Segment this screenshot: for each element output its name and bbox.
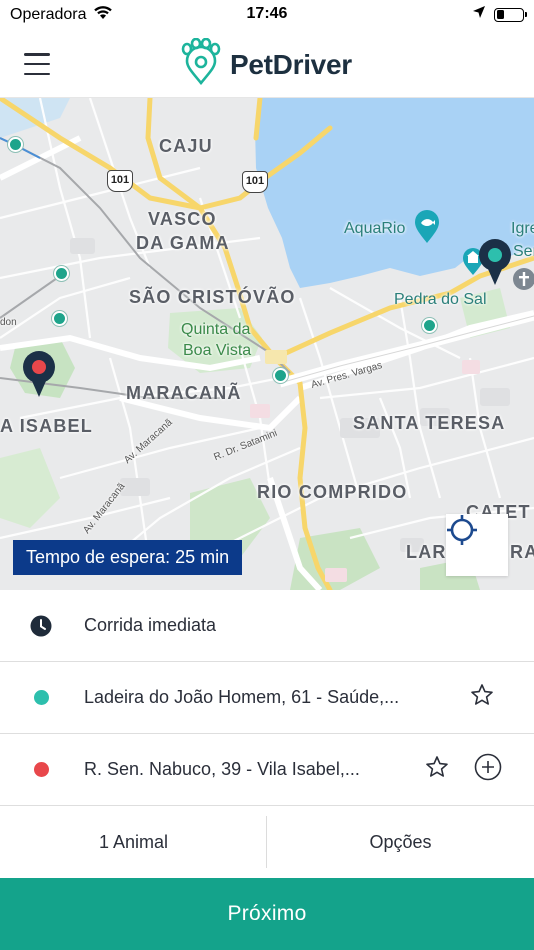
map-label-santa-teresa: SANTA TERESA (353, 413, 506, 433)
destination-row[interactable]: R. Sen. Nabuco, 39 - Vila Isabel,... (0, 734, 534, 806)
app-logo: PetDriver (178, 37, 352, 91)
highway-shield-101: 101 (242, 171, 268, 193)
bottom-options-bar: 1 Animal Opções (0, 806, 534, 878)
animals-selector-button[interactable]: 1 Animal (0, 806, 267, 878)
map-label-vasco: VASCO (148, 209, 217, 229)
map-label-caju: CAJU (159, 136, 213, 156)
battery-icon (494, 7, 527, 22)
origin-dot-icon (30, 687, 52, 709)
ride-mode-row[interactable]: Corrida imediata (0, 590, 534, 662)
favorite-origin-button[interactable] (468, 684, 496, 712)
favorite-destination-button[interactable] (423, 756, 451, 784)
origin-address[interactable]: Ladeira do João Homem, 61 - Saúde,... (84, 687, 399, 708)
map-label-aquario: AquaRio (344, 220, 406, 237)
battery-level (496, 10, 504, 19)
menu-line (24, 53, 50, 56)
metro-station-icon (422, 318, 437, 333)
map-label-igreja-1: Igre (511, 220, 534, 237)
map-view[interactable]: CAJU VASCO DA GAMA SÃO CRISTÓVÃO Quinta … (0, 98, 534, 590)
next-button[interactable]: Próximo (0, 878, 534, 950)
metro-station-icon (54, 266, 69, 281)
app-header: PetDriver (0, 30, 534, 98)
status-right (472, 5, 527, 24)
map-label-igreja-2: Ser (513, 243, 534, 260)
destination-dot-icon (30, 759, 52, 781)
app-name: PetDriver (230, 48, 352, 80)
hamburger-menu-button[interactable] (22, 50, 52, 78)
map-label-laranjeiras-left: LAR (406, 542, 447, 562)
menu-line (24, 62, 50, 66)
wait-time-badge: Tempo de espera: 25 min (13, 540, 243, 575)
star-icon (425, 755, 449, 784)
origin-row[interactable]: Ladeira do João Homem, 61 - Saúde,... (0, 662, 534, 734)
status-left: Operadora (10, 5, 113, 25)
map-label-maracana: MARACANÃ (126, 383, 242, 403)
map-label-don: don (0, 317, 17, 328)
map-label-rio-comprido: RIO COMPRIDO (257, 482, 408, 502)
metro-station-icon (8, 137, 23, 152)
metro-station-icon (52, 311, 67, 326)
map-label-da-gama: DA GAMA (136, 233, 230, 253)
location-arrow-icon (472, 5, 486, 24)
map-label-quinta: Quinta da (181, 321, 251, 338)
options-button[interactable]: Opções (267, 806, 534, 878)
metro-station-icon (273, 368, 288, 383)
plus-circle-icon (474, 753, 502, 786)
carrier-name: Operadora (10, 6, 87, 23)
map-label-boa-vista: Boa Vista (183, 342, 252, 359)
map-label-laranjeiras-right: RA (510, 542, 534, 562)
status-bar: Operadora 17:46 (0, 0, 534, 30)
destination-address[interactable]: R. Sen. Nabuco, 39 - Vila Isabel,... (84, 759, 360, 780)
clock-icon (30, 615, 52, 637)
star-icon (470, 683, 494, 712)
origin-dot (33, 690, 49, 705)
destination-dot (33, 762, 49, 777)
my-location-button[interactable] (446, 514, 508, 576)
highway-shield-101: 101 (107, 170, 133, 192)
map-label-vila-isabel: A ISABEL (0, 416, 93, 436)
ride-mode-label: Corrida imediata (84, 615, 217, 635)
wifi-icon (93, 5, 113, 25)
map-label-sao-cristovao: SÃO CRISTÓVÃO (129, 287, 296, 307)
divider (266, 816, 267, 868)
menu-line (24, 72, 50, 75)
add-stop-button[interactable] (474, 753, 502, 786)
map-label-pedra-do-sal: Pedra do Sal (394, 291, 487, 308)
paw-pin-logo-icon (178, 37, 224, 91)
